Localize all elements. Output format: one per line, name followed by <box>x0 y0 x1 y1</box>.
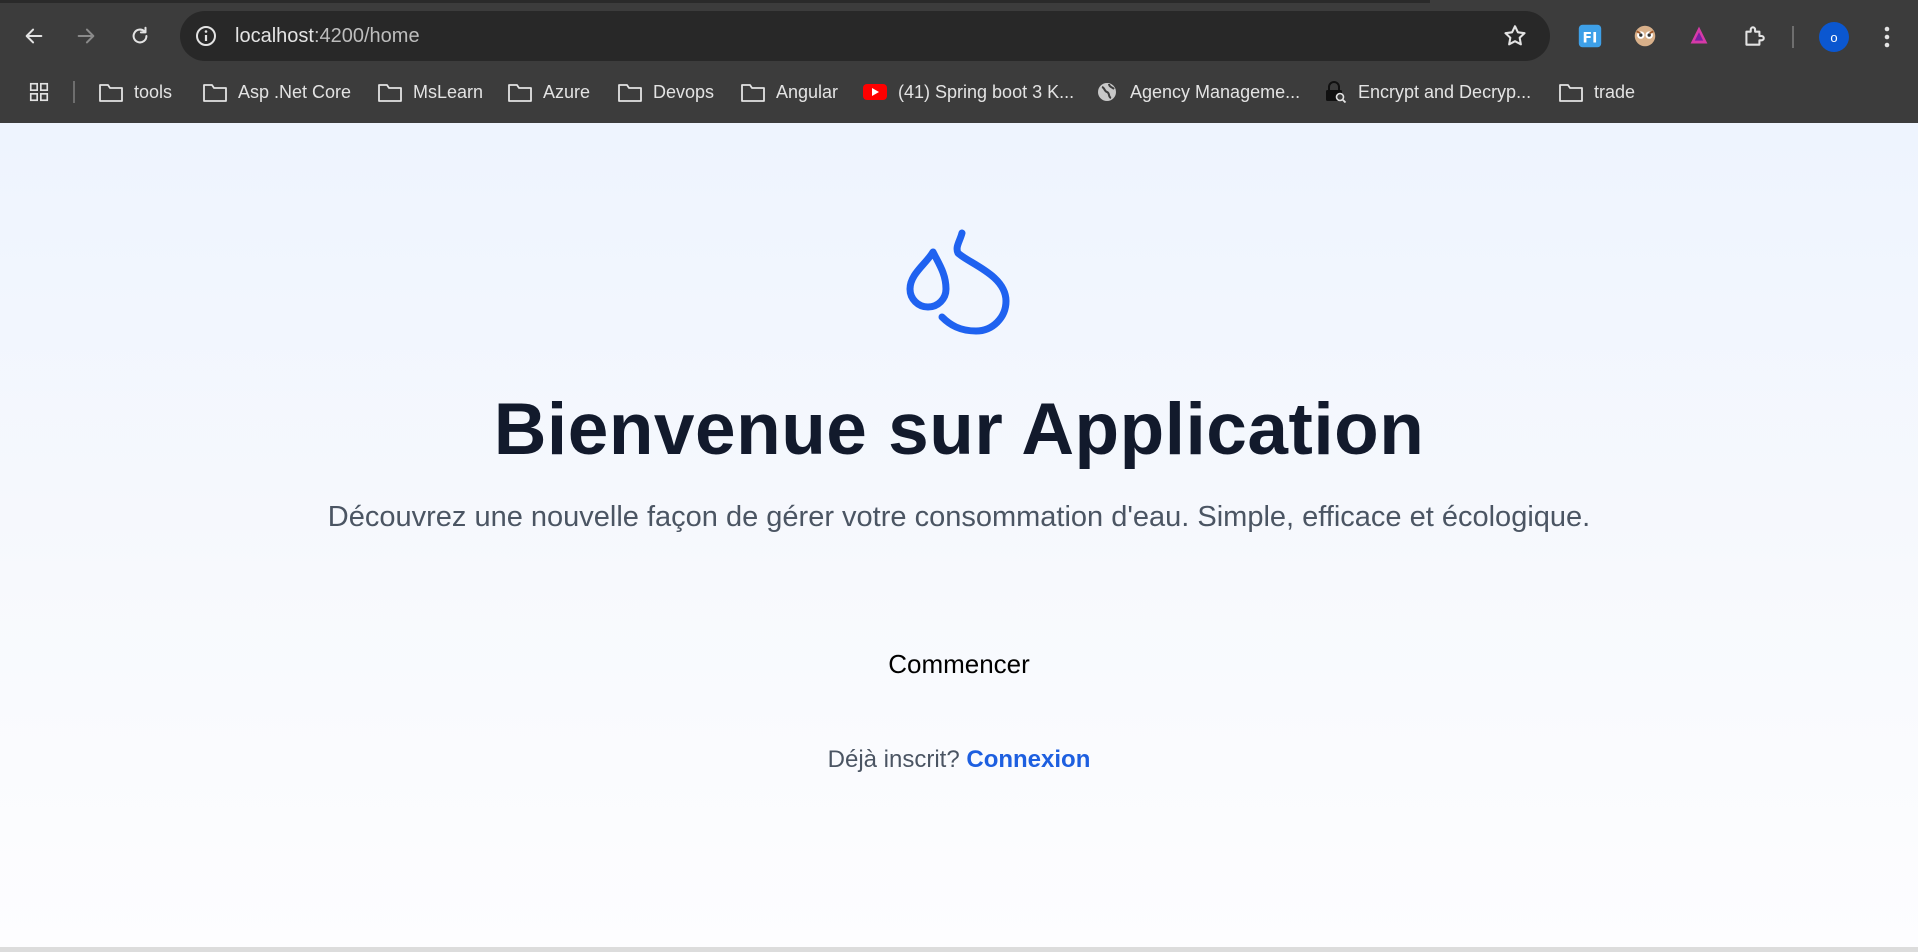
url-path: :4200/home <box>313 25 420 47</box>
apps-button[interactable] <box>26 77 62 107</box>
extensions-menu-button[interactable] <box>1739 21 1769 51</box>
url-text[interactable]: localhost:4200/home <box>235 24 420 48</box>
bookmark-azure[interactable]: Azure <box>507 77 590 107</box>
arrow-right-icon <box>77 28 95 44</box>
bookmark-encrypt-decrypt[interactable]: Encrypt and Decryp... <box>1322 77 1531 107</box>
browser-chrome: localhost:4200/home FI o tools Asp .Net … <box>0 0 1918 123</box>
folder-icon <box>99 84 123 102</box>
bookmark-label: MsLearn <box>413 81 484 102</box>
page-title: Bienvenue sur Application <box>493 389 1425 470</box>
bookmark-label: Devops <box>653 81 715 102</box>
folder-icon <box>741 84 765 102</box>
puzzle-icon <box>1745 26 1765 46</box>
bookmark-agency-management[interactable]: Agency Manageme... <box>1094 77 1300 107</box>
bookmark-angular[interactable]: Angular <box>740 77 838 107</box>
login-prompt-line: Déjà inscrit? Connexion <box>0 746 1918 774</box>
toolbar-separator <box>1792 26 1794 48</box>
address-bar[interactable]: localhost:4200/home <box>180 11 1550 61</box>
bookmark-label: trade <box>1594 81 1636 102</box>
get-started-button[interactable]: Commencer <box>869 639 1049 689</box>
folder-icon <box>378 84 402 102</box>
forward-button[interactable] <box>66 16 106 56</box>
bookmarks-separator <box>73 81 75 103</box>
extension-fi[interactable]: FI <box>1575 21 1605 51</box>
home-page: Bienvenue sur Application Découvrez une … <box>0 123 1918 947</box>
more-menu-icon[interactable] <box>1875 23 1899 51</box>
folder-icon <box>508 84 532 102</box>
folder-icon <box>1559 84 1583 102</box>
reload-icon <box>132 26 148 44</box>
bookmark-tools[interactable]: tools <box>98 77 172 107</box>
fi-extension-icon: FI <box>1578 24 1602 48</box>
site-info-icon[interactable] <box>194 24 218 48</box>
bookmark-devops[interactable]: Devops <box>617 77 714 107</box>
owl-extension-icon <box>1634 25 1656 47</box>
extension-owl[interactable] <box>1630 21 1660 51</box>
bookmark-trade[interactable]: trade <box>1558 77 1635 107</box>
globe-icon <box>1098 83 1116 101</box>
bookmark-star-icon[interactable] <box>1502 23 1528 49</box>
bookmark-label: (41) Spring boot 3 K... <box>898 81 1075 102</box>
bookmark-mslearn[interactable]: MsLearn <box>377 77 483 107</box>
bookmark-asp-net-core[interactable]: Asp .Net Core <box>202 77 351 107</box>
profile-avatar[interactable]: o <box>1819 22 1849 52</box>
bookmarks-bar: tools Asp .Net Core MsLearn Azure Devops… <box>0 72 1918 112</box>
reload-button[interactable] <box>120 16 160 56</box>
folder-icon <box>203 84 227 102</box>
arrow-left-icon <box>25 28 43 44</box>
bookmark-label: Angular <box>776 81 839 102</box>
tab-strip-edge <box>0 0 1430 3</box>
folder-icon <box>618 84 642 102</box>
url-host: localhost <box>235 25 314 47</box>
back-button[interactable] <box>14 16 54 56</box>
bookmark-label: Encrypt and Decryp... <box>1358 81 1532 102</box>
bookmark-label: Agency Manageme... <box>1130 81 1301 102</box>
bookmark-spring-boot[interactable]: (41) Spring boot 3 K... <box>862 77 1074 107</box>
youtube-icon <box>863 84 887 100</box>
water-drops-icon <box>906 229 1010 335</box>
pink-extension-icon <box>1690 26 1708 44</box>
page-subtitle: Découvrez une nouvelle façon de gérer vo… <box>327 501 1591 533</box>
extension-pink[interactable] <box>1684 21 1714 51</box>
bookmark-label: tools <box>134 81 173 102</box>
login-prompt-text: Déjà inscrit? <box>827 746 960 773</box>
login-link[interactable]: Connexion <box>966 746 1090 773</box>
browser-toolbar: localhost:4200/home FI o <box>0 8 1918 64</box>
bookmark-label: Azure <box>543 81 591 102</box>
window-bottom-edge <box>0 947 1918 952</box>
svg-text:FI: FI <box>1583 31 1598 47</box>
bookmark-label: Asp .Net Core <box>238 81 352 102</box>
lock-search-icon <box>1326 81 1347 103</box>
apps-grid-icon <box>29 82 49 102</box>
